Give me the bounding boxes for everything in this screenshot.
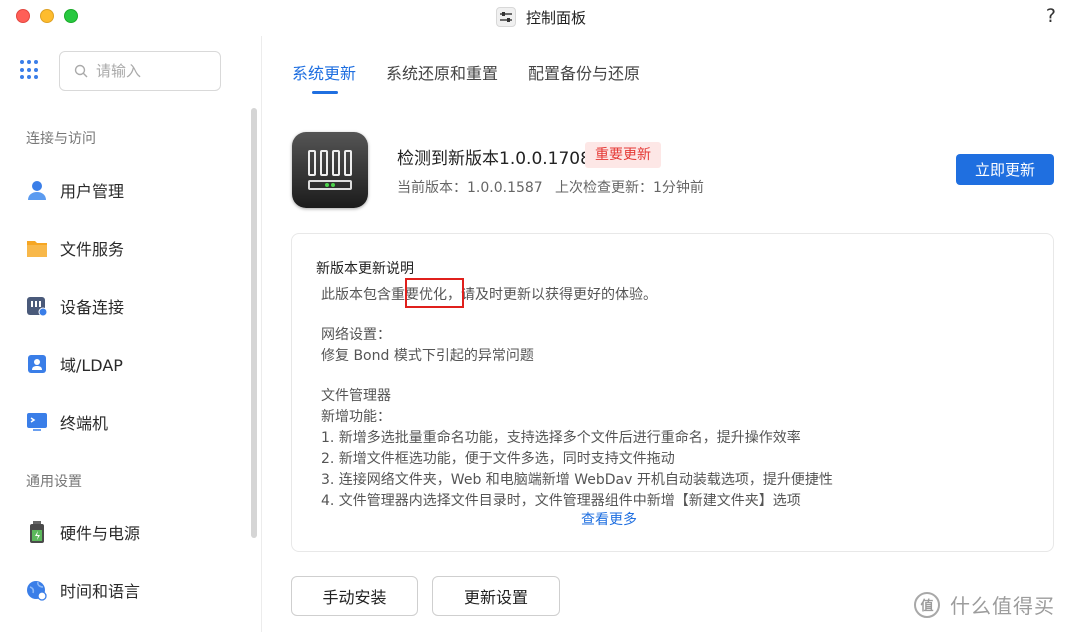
control-panel-icon <box>496 7 516 27</box>
sidebar-item-time-language[interactable]: 时间和语言 <box>26 575 246 605</box>
tab-system-update[interactable]: 系统更新 <box>292 60 356 94</box>
folder-icon <box>26 237 48 259</box>
release-note-line: 1. 新增多选批量重命名功能，支持选择多个文件后进行重命名，提升操作效率 <box>321 430 801 446</box>
help-button[interactable]: ? <box>1046 5 1056 27</box>
app-launcher-icon[interactable] <box>20 60 40 80</box>
window-title: 控制面板 <box>526 8 587 27</box>
release-note-line: 3. 连接网络文件夹，Web 和电脑端新增 WebDav 开机自动装载选项，提升… <box>321 472 833 488</box>
watermark-logo: 值 <box>914 591 940 618</box>
release-note-line: 4. 文件管理器内选择文件目录时，文件管理器组件中新增【新建文件夹】选项 <box>321 493 801 509</box>
update-settings-button[interactable]: 更新设置 <box>432 576 560 616</box>
manual-install-button[interactable]: 手动安装 <box>291 576 418 616</box>
release-notes-panel: 新版本更新说明 此版本包含重要优化，请及时更新以获得更好的体验。 网络设置： 修… <box>291 233 1054 552</box>
section-title-general: 通用设置 <box>26 474 82 490</box>
device-connect-icon <box>26 295 48 317</box>
release-note-line: 文件管理器 <box>321 388 391 404</box>
highlight-box <box>405 278 464 308</box>
tab-config-backup[interactable]: 配置备份与还原 <box>528 60 640 94</box>
important-update-badge: 重要更新 <box>585 142 661 168</box>
nas-device-icon <box>292 132 368 208</box>
release-note-line: 新增功能： <box>321 409 391 425</box>
battery-icon <box>26 521 48 543</box>
sidebar-scrollbar[interactable] <box>251 108 257 538</box>
sidebar-item-users[interactable]: 用户管理 <box>26 175 246 205</box>
globe-icon <box>26 579 48 601</box>
release-note-line: 网络设置： <box>321 327 391 343</box>
close-window-button[interactable] <box>16 9 30 23</box>
release-note-line: 2. 新增文件框选功能，便于文件多选，同时支持文件拖动 <box>321 451 675 467</box>
zoom-window-button[interactable] <box>64 9 78 23</box>
window-title-group: 控制面板 <box>496 6 586 28</box>
tab-restore-reset[interactable]: 系统还原和重置 <box>386 60 498 94</box>
sidebar-item-ldap[interactable]: 域/LDAP <box>26 349 246 379</box>
user-icon <box>26 179 48 201</box>
current-version: 当前版本：1.0.0.1587 <box>397 180 543 196</box>
title-bar: 控制面板 ? <box>0 0 1080 36</box>
terminal-icon <box>26 411 48 433</box>
update-now-button[interactable]: 立即更新 <box>956 154 1054 185</box>
sidebar-item-terminal[interactable]: 终端机 <box>26 407 246 437</box>
watermark: 值 什么值得买 <box>914 590 1055 619</box>
search-input[interactable] <box>96 62 206 80</box>
sidebar: 连接与访问 用户管理 文件服务 设备连接 域/LDAP <box>0 36 262 632</box>
view-more-link[interactable]: 查看更多 <box>581 509 637 529</box>
release-note-line: 此版本包含重要优化，请及时更新以获得更好的体验。 <box>321 287 657 303</box>
sidebar-item-hardware-power[interactable]: 硬件与电源 <box>26 517 246 547</box>
new-version-title: 检测到新版本1.0.0.1708 <box>397 149 591 169</box>
release-note-line: 修复 Bond 模式下引起的异常问题 <box>321 348 534 364</box>
sidebar-item-device-connect[interactable]: 设备连接 <box>26 291 246 321</box>
search-icon <box>74 64 88 78</box>
control-panel-window: 控制面板 ? 连接与访问 用户管理 文件服务 <box>0 0 1080 632</box>
watermark-text: 什么值得买 <box>950 594 1055 618</box>
search-box[interactable] <box>59 51 221 91</box>
ldap-icon <box>26 353 48 375</box>
main-content: 系统更新 系统还原和重置 配置备份与还原 检测到新版本1.0.0.1708 重要… <box>262 36 1080 632</box>
sidebar-item-file-services[interactable]: 文件服务 <box>26 233 246 263</box>
last-check-time: 上次检查更新：1分钟前 <box>555 180 704 196</box>
section-title-connect: 连接与访问 <box>26 131 96 147</box>
minimize-window-button[interactable] <box>40 9 54 23</box>
release-notes-heading: 新版本更新说明 <box>316 261 414 277</box>
tab-bar: 系统更新 系统还原和重置 配置备份与还原 <box>292 60 670 94</box>
